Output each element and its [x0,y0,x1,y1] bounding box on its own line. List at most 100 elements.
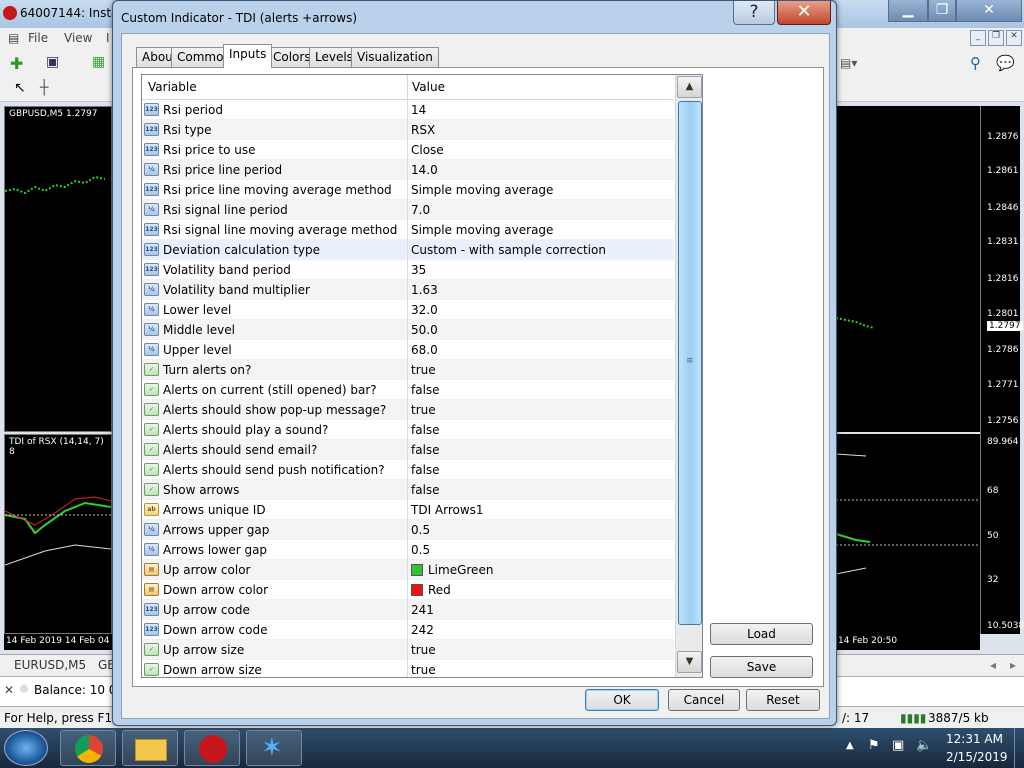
profiles-icon[interactable]: ▣ [46,54,59,70]
column-value[interactable]: Value [412,80,445,94]
input-row[interactable]: 123 Rsi period 14 [142,100,674,120]
input-row[interactable]: ✓ Alerts should send email? false [142,440,674,460]
new-order-icon[interactable]: ✚ [10,54,23,73]
input-value[interactable]: true [411,643,436,657]
input-row[interactable]: ✓ Alerts should show pop-up message? true [142,400,674,420]
minimize-button[interactable]: ▁ [888,0,928,22]
input-value[interactable]: Red [428,583,451,597]
start-button[interactable] [4,730,48,766]
input-value[interactable]: 68.0 [411,343,438,357]
terminal-close-icon[interactable]: ✕ [4,683,14,697]
color-swatch[interactable] [411,564,423,576]
input-value[interactable]: false [411,443,440,457]
input-row[interactable]: 123 Up arrow code 241 [142,600,674,620]
input-row[interactable]: ab Arrows unique ID TDI Arrows1 [142,500,674,520]
menu-file[interactable]: File [28,31,48,45]
mdi-close-button[interactable]: ✕ [1006,30,1022,46]
input-row[interactable]: ½ Rsi signal line period 7.0 [142,200,674,220]
menu-insert[interactable]: I [106,31,110,45]
help-button[interactable]: ? [733,1,775,25]
load-button[interactable]: Load [710,623,813,645]
input-row[interactable]: 123 Rsi price line moving average method S… [142,180,674,200]
indicator-window-right[interactable] [836,434,980,634]
dialog-close-button[interactable]: ✕ [777,1,831,25]
mdi-minimize-button[interactable]: _ [970,30,986,46]
mt4-taskbar-button[interactable] [184,730,240,766]
cancel-button[interactable]: Cancel [668,689,740,711]
price-chart-right[interactable] [836,106,980,432]
input-value[interactable]: false [411,483,440,497]
input-value[interactable]: 1.63 [411,283,438,297]
price-chart-left[interactable]: GBPUSD,M5 1.2797 [4,106,112,432]
input-row[interactable]: ½ Rsi price line period 14.0 [142,160,674,180]
indicator-window-left[interactable]: TDI of RSX (14,14, 7) 8 [4,434,112,634]
input-row[interactable]: ½ Arrows upper gap 0.5 [142,520,674,540]
maximize-button[interactable]: ❐ [928,0,956,22]
input-value[interactable]: 32.0 [411,303,438,317]
input-row[interactable]: 123 Rsi price to use Close [142,140,674,160]
navigator-icon[interactable]: ▦ [92,54,105,70]
search-icon[interactable]: ⚲ [970,54,981,72]
input-row[interactable]: 123 Rsi signal line moving average method… [142,220,674,240]
input-row[interactable]: ✓ Down arrow size true [142,660,674,677]
input-row[interactable]: ✓ Alerts on current (still opened) bar? fa… [142,380,674,400]
crosshair-icon[interactable]: ┼ [40,80,48,96]
scroll-down-icon[interactable]: ▼ [677,651,702,673]
input-value[interactable]: 35 [411,263,426,277]
input-row[interactable]: ½ Arrows lower gap 0.5 [142,540,674,560]
clock-time[interactable]: 12:31 AM [946,732,1003,746]
grid-scrollbar[interactable]: ▲ ≡ ▼ [675,75,702,677]
input-value[interactable]: 0.5 [411,543,430,557]
input-row[interactable]: ✓ Alerts should send push notification? fa… [142,460,674,480]
column-variable[interactable]: Variable [148,80,197,94]
input-row[interactable]: 123 Rsi type RSX [142,120,674,140]
color-swatch[interactable] [411,584,423,596]
action-center-icon[interactable]: ⚑ [868,738,880,753]
input-value[interactable]: true [411,663,436,677]
input-row[interactable]: ✓ Show arrows false [142,480,674,500]
tab-visualization[interactable]: Visualization [351,47,439,67]
app-taskbar-button[interactable]: ✶ [246,730,302,766]
input-row[interactable]: ▤ Up arrow color LimeGreen [142,560,674,580]
tab-scroll-left-icon[interactable]: ◂ [990,658,996,672]
menu-view[interactable]: View [64,31,92,45]
input-value[interactable]: RSX [411,123,435,137]
app-close-button[interactable]: ✕ [956,0,1022,22]
input-row[interactable]: ✓ Up arrow size true [142,640,674,660]
mdi-restore-button[interactable]: ❐ [988,30,1004,46]
input-value[interactable]: 14.0 [411,163,438,177]
input-row[interactable]: ½ Volatility band multiplier 1.63 [142,280,674,300]
input-row[interactable]: 123 Down arrow code 242 [142,620,674,640]
input-value[interactable]: true [411,363,436,377]
input-value[interactable]: false [411,383,440,397]
input-row[interactable]: ½ Upper level 68.0 [142,340,674,360]
input-value[interactable]: 7.0 [411,203,430,217]
input-row[interactable]: 123 Deviation calculation type Custom - wi… [142,240,674,260]
tab-inputs[interactable]: Inputs [223,44,273,68]
cursor-icon[interactable]: ↖ [14,80,26,96]
chat-icon[interactable]: 💬 [996,54,1015,72]
reset-button[interactable]: Reset [746,689,820,711]
ok-button[interactable]: OK [585,689,659,711]
input-row[interactable]: ½ Lower level 32.0 [142,300,674,320]
input-value[interactable]: Custom - with sample correction [411,243,606,257]
input-value[interactable]: 0.5 [411,523,430,537]
input-row[interactable]: ½ Middle level 50.0 [142,320,674,340]
input-value[interactable]: false [411,423,440,437]
clock-date[interactable]: 2/15/2019 [946,750,1008,764]
input-value[interactable]: 241 [411,603,434,617]
input-value[interactable]: TDI Arrows1 [411,503,484,517]
chrome-taskbar-button[interactable] [60,730,116,766]
column-divider[interactable] [407,75,408,100]
input-value[interactable]: LimeGreen [428,563,493,577]
input-row[interactable]: ✓ Alerts should play a sound? false [142,420,674,440]
tab-scroll-right-icon[interactable]: ▸ [1010,658,1016,672]
input-value[interactable]: 14 [411,103,426,117]
input-row[interactable]: ✓ Turn alerts on? true [142,360,674,380]
network-icon[interactable]: ▣ [892,738,904,753]
input-value[interactable]: false [411,463,440,477]
save-button[interactable]: Save [710,656,813,678]
input-value[interactable]: Close [411,143,444,157]
input-row[interactable]: ▤ Down arrow color Red [142,580,674,600]
input-value[interactable]: Simple moving average [411,223,553,237]
